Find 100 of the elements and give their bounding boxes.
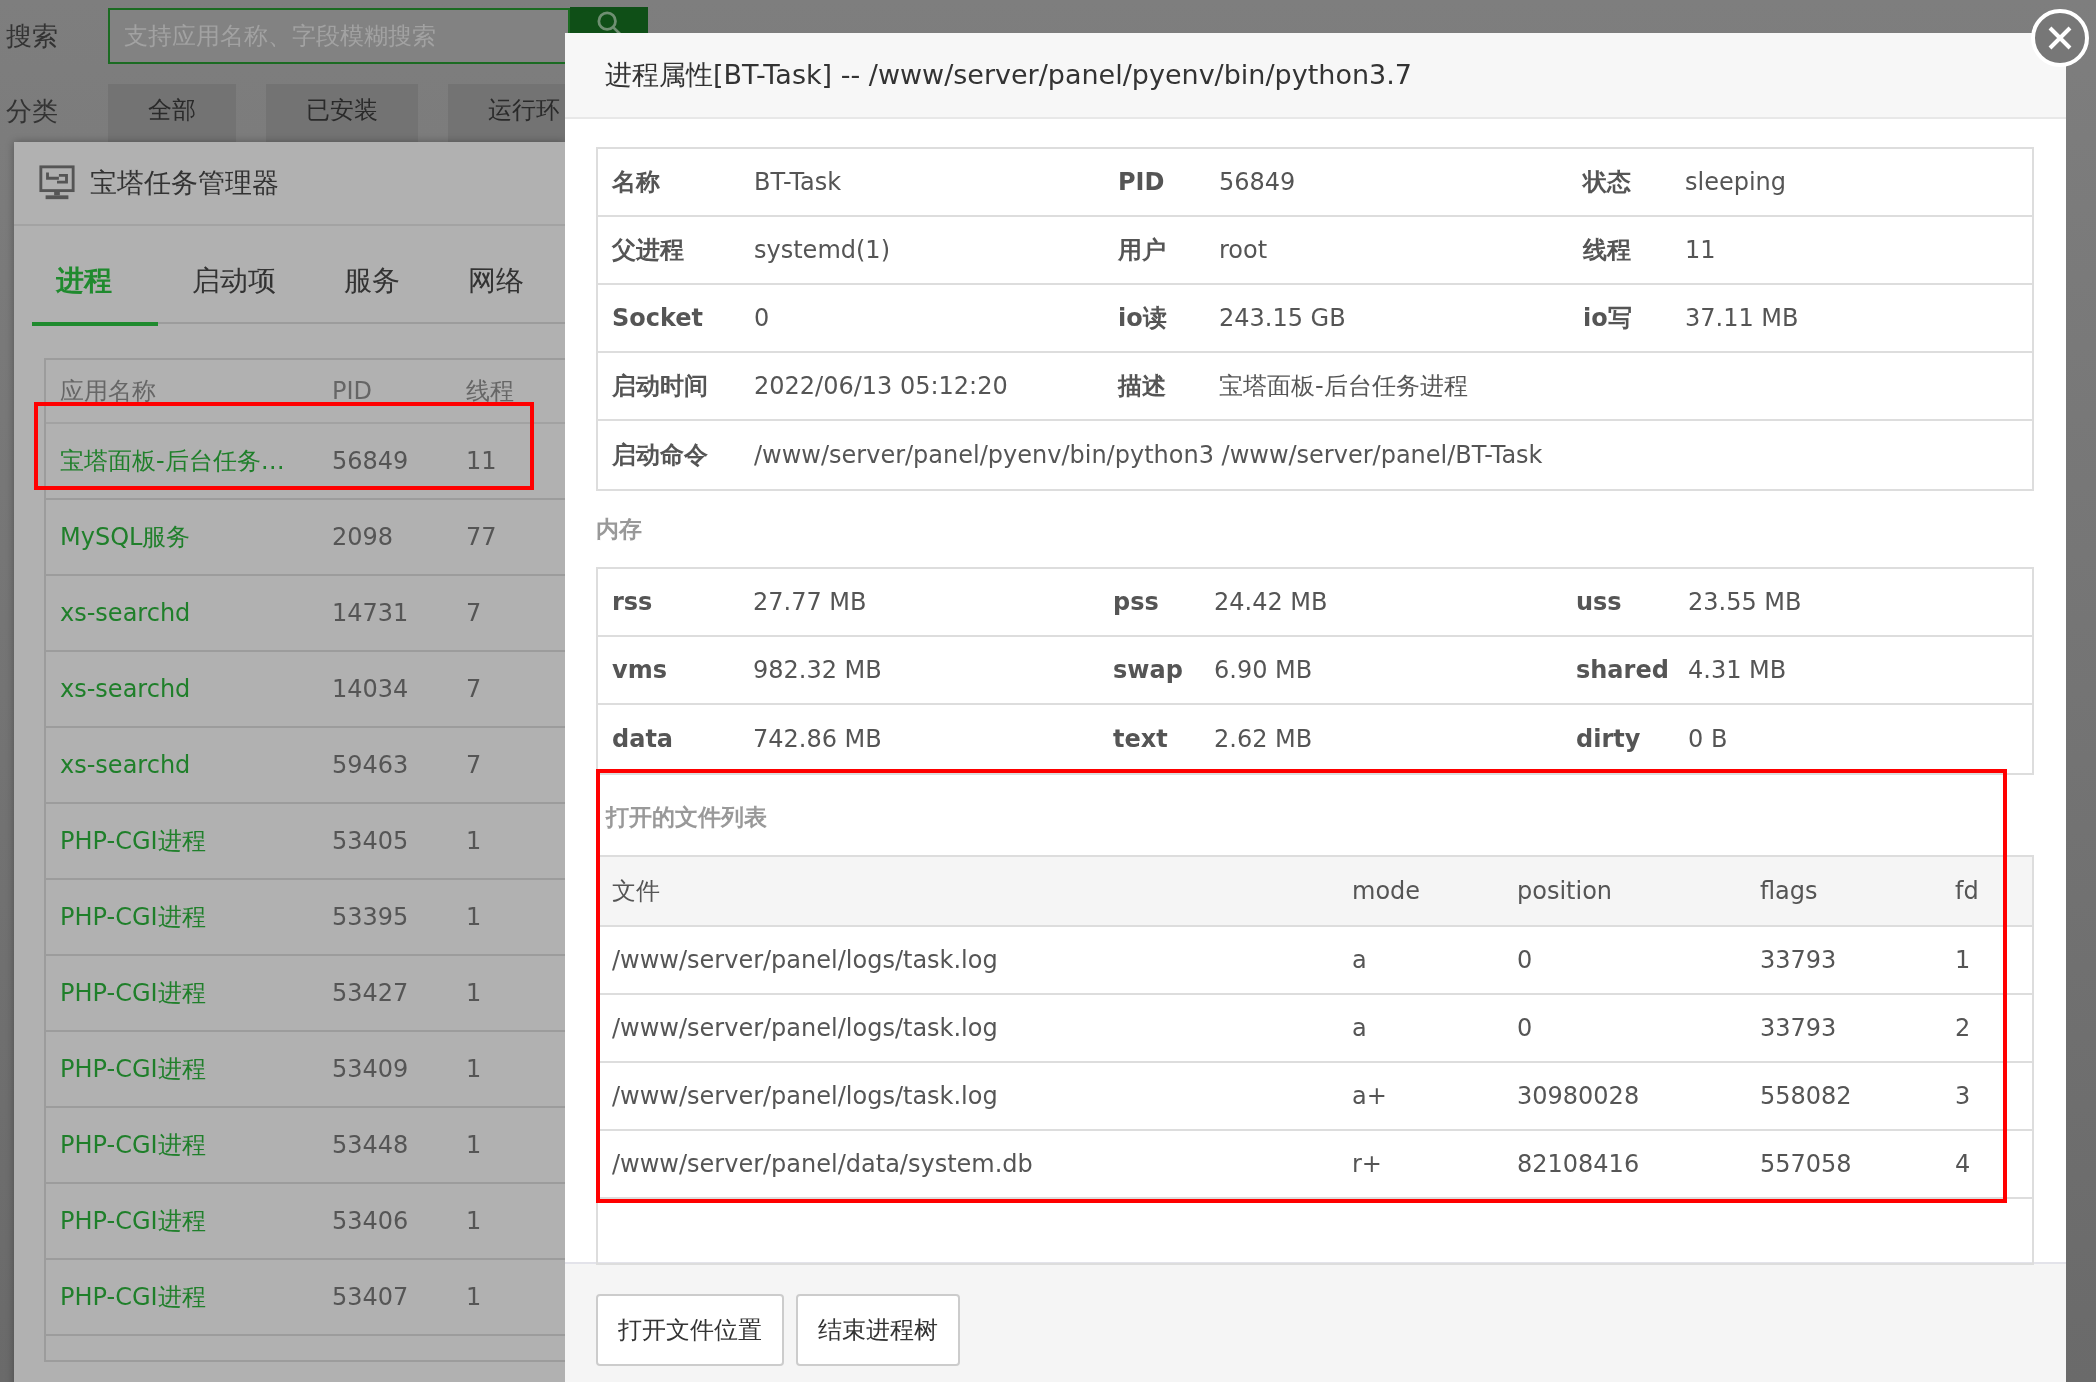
property-label: PID: [1117, 168, 1166, 196]
table-cell-text: 2: [1954, 1014, 1972, 1042]
process-name-link[interactable]: PHP-CGI进程: [46, 825, 318, 857]
tab[interactable]: 网络: [434, 240, 558, 322]
table-cell-text: 30980028: [1516, 1082, 1641, 1110]
property-label: 启动时间: [611, 371, 709, 402]
property-value: 2022/06/13 05:12:20: [753, 372, 1009, 400]
table-cell-text: 56849: [331, 447, 410, 475]
table-cell-text: 53405: [331, 827, 410, 855]
table-cell-text: 82108416: [1516, 1150, 1641, 1178]
property-value: systemd(1): [753, 236, 891, 264]
process-name-link[interactable]: 宝塔面板-后台任务…: [46, 445, 318, 477]
table-cell-text: 59463: [331, 751, 410, 779]
table-cell-text: 14731: [331, 599, 410, 627]
column-header: 线程: [465, 376, 515, 407]
table-cell-text: a: [1351, 1014, 1368, 1042]
column-header: mode: [1351, 877, 1422, 905]
process-name-link[interactable]: xs-searchd: [46, 751, 318, 779]
table-cell-text: 1: [465, 1283, 483, 1311]
search-label: 搜索: [6, 19, 59, 53]
table-cell-text: 7: [465, 751, 483, 779]
property-value: 27.77 MB: [752, 588, 868, 616]
property-label: vms: [611, 656, 668, 684]
action-button[interactable]: 结束进程树: [796, 1294, 960, 1366]
property-value: BT-Task: [753, 168, 843, 196]
property-label: text: [1112, 725, 1169, 753]
property-value: 24.42 MB: [1213, 588, 1329, 616]
table-cell-text: 1: [465, 1055, 483, 1083]
section-title: 内存: [596, 514, 643, 544]
column-header: fd: [1954, 877, 1980, 905]
tab[interactable]: 启动项: [158, 240, 310, 322]
tab[interactable]: 进程: [32, 240, 158, 326]
table-cell-text: a: [1351, 946, 1368, 974]
property-label: 描述: [1116, 371, 1167, 402]
property-value: 0: [753, 304, 771, 332]
action-button[interactable]: 打开文件位置: [596, 1294, 784, 1366]
process-name-link[interactable]: PHP-CGI进程: [46, 1281, 318, 1313]
property-value: 243.15 GB: [1218, 304, 1347, 332]
property-value: 23.55 MB: [1687, 588, 1803, 616]
property-label: uss: [1575, 588, 1623, 616]
property-value: 56849: [1218, 168, 1297, 196]
process-name-link[interactable]: PHP-CGI进程: [46, 1205, 318, 1237]
table-cell-text: 53448: [331, 1131, 410, 1159]
column-header: flags: [1759, 877, 1819, 905]
table-cell-text: 4: [1954, 1150, 1972, 1178]
property-value: 37.11 MB: [1684, 304, 1800, 332]
dialog-title: 进程属性[BT-Task] -- /www/server/panel/pyenv/bin/python3.7: [605, 58, 1412, 92]
table-cell-text: 14034: [331, 675, 410, 703]
table-cell-text: 557058: [1759, 1150, 1853, 1178]
panel-title: 宝塔任务管理器: [90, 166, 279, 200]
table-cell-text: /www/server/panel/data/system.db: [611, 1150, 1034, 1178]
table-cell-text: /www/server/panel/logs/task.log: [611, 1082, 999, 1110]
property-label: io写: [1582, 303, 1633, 334]
property-label: shared: [1575, 656, 1670, 684]
process-name-link[interactable]: PHP-CGI进程: [46, 977, 318, 1009]
column-header: PID: [331, 377, 374, 405]
property-label: 父进程: [610, 235, 685, 266]
column-header: 应用名称: [59, 376, 157, 407]
table-cell-text: 11: [465, 447, 498, 475]
table-cell-text: r+: [1351, 1150, 1383, 1178]
section-title: 打开的文件列表: [604, 802, 768, 832]
close-button[interactable]: [2030, 8, 2090, 68]
column-header: 文件: [611, 876, 661, 907]
property-label: dirty: [1575, 725, 1642, 753]
property-value: 982.32 MB: [752, 656, 883, 684]
table-cell-text: /www/server/panel/logs/task.log: [611, 946, 999, 974]
property-label: 用户: [1117, 235, 1167, 266]
property-value: 4.31 MB: [1687, 656, 1788, 684]
table-cell-text: 558082: [1759, 1082, 1853, 1110]
search-icon: [597, 11, 621, 35]
table-cell-text: 53406: [331, 1207, 410, 1235]
property-value: 宝塔面板-后台任务进程: [1218, 371, 1469, 402]
property-label: 启动命令: [611, 440, 709, 471]
property-value: 742.86 MB: [752, 725, 883, 753]
table-cell-text: 1: [465, 1131, 483, 1159]
process-name-link[interactable]: MySQL服务: [46, 521, 318, 553]
property-value: 6.90 MB: [1213, 656, 1314, 684]
process-name-link[interactable]: PHP-CGI进程: [46, 901, 318, 933]
property-value: sleeping: [1684, 168, 1788, 196]
property-label: pss: [1112, 588, 1160, 616]
table-cell-text: 1: [465, 1207, 483, 1235]
table-cell-text: 3: [1954, 1082, 1972, 1110]
table-cell-text: 1: [1954, 946, 1972, 974]
table-cell-text: 33793: [1759, 1014, 1838, 1042]
process-name-link[interactable]: PHP-CGI进程: [46, 1129, 318, 1161]
table-cell-text: 2098: [331, 523, 395, 551]
property-value: 2.62 MB: [1213, 725, 1314, 753]
process-name-link[interactable]: PHP-CGI进程: [46, 1053, 318, 1085]
table-cell-text: 1: [465, 979, 483, 1007]
monitor-icon: [38, 164, 76, 202]
category-label: 分类: [6, 95, 59, 128]
table-cell-text: 0: [1516, 946, 1534, 974]
property-label: 线程: [1581, 235, 1632, 266]
table-cell-text: 1: [465, 827, 483, 855]
property-label: io读: [1117, 303, 1168, 334]
table-cell-text: 53409: [331, 1055, 410, 1083]
tab[interactable]: 服务: [310, 240, 434, 322]
property-label: data: [611, 725, 675, 753]
process-name-link[interactable]: xs-searchd: [46, 675, 318, 703]
process-name-link[interactable]: xs-searchd: [46, 599, 318, 627]
